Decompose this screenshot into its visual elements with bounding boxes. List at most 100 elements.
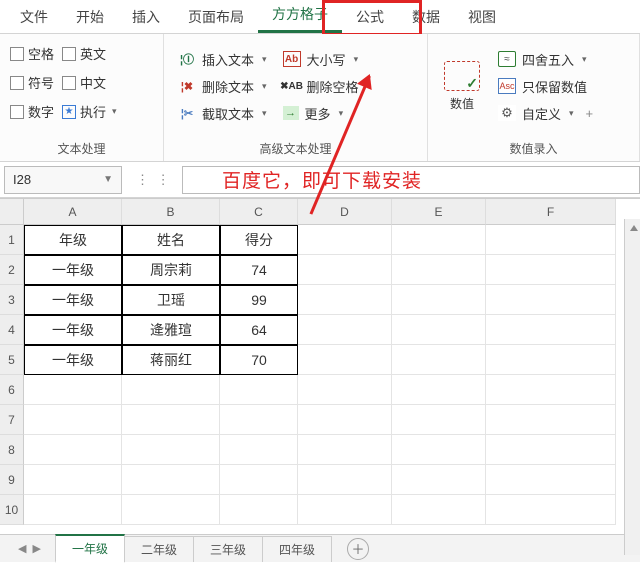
- cell[interactable]: [392, 315, 486, 345]
- name-box[interactable]: I28 ▼: [4, 166, 122, 194]
- col-header[interactable]: F: [486, 199, 616, 225]
- cell[interactable]: [486, 225, 616, 255]
- cell[interactable]: [220, 465, 298, 495]
- cell[interactable]: [392, 285, 486, 315]
- cell[interactable]: [486, 405, 616, 435]
- btn-custom[interactable]: ⚙自定义▾+: [498, 104, 593, 123]
- col-header[interactable]: C: [220, 199, 298, 225]
- cell[interactable]: [392, 405, 486, 435]
- chk-space[interactable]: 空格: [10, 44, 54, 63]
- cell[interactable]: [298, 315, 392, 345]
- sheet-tab[interactable]: 一年级: [55, 534, 125, 563]
- row-header[interactable]: 2: [0, 255, 24, 285]
- cell[interactable]: [24, 495, 122, 525]
- cell[interactable]: [486, 315, 616, 345]
- cell[interactable]: 卫瑶: [122, 285, 220, 315]
- cell[interactable]: [298, 375, 392, 405]
- cell[interactable]: 一年级: [24, 255, 122, 285]
- tab-home[interactable]: 开始: [62, 1, 118, 33]
- cell[interactable]: [486, 285, 616, 315]
- cell[interactable]: [486, 375, 616, 405]
- cell[interactable]: [298, 285, 392, 315]
- row-header[interactable]: 5: [0, 345, 24, 375]
- cell[interactable]: [220, 375, 298, 405]
- cell[interactable]: [392, 255, 486, 285]
- sheet-tab[interactable]: 三年级: [193, 536, 263, 562]
- cell[interactable]: [486, 465, 616, 495]
- sheet-nav-arrows[interactable]: ◀▶: [4, 542, 55, 555]
- sheet-tab[interactable]: 二年级: [124, 536, 194, 562]
- row-header[interactable]: 3: [0, 285, 24, 315]
- cell[interactable]: 姓名: [122, 225, 220, 255]
- tab-fangfang-gezi[interactable]: 方方格子: [258, 0, 342, 33]
- cell[interactable]: [298, 495, 392, 525]
- cell[interactable]: 99: [220, 285, 298, 315]
- cell[interactable]: [486, 255, 616, 285]
- chk-chinese[interactable]: 中文: [62, 73, 117, 92]
- row-header[interactable]: 9: [0, 465, 24, 495]
- row-header[interactable]: 8: [0, 435, 24, 465]
- cell[interactable]: [392, 465, 486, 495]
- chk-symbol[interactable]: 符号: [10, 73, 54, 92]
- cell[interactable]: 周宗莉: [122, 255, 220, 285]
- row-header[interactable]: 1: [0, 225, 24, 255]
- cell[interactable]: [298, 345, 392, 375]
- cell[interactable]: [220, 435, 298, 465]
- vertical-scrollbar[interactable]: [624, 219, 640, 555]
- col-header[interactable]: A: [24, 199, 122, 225]
- cell[interactable]: 逄雅瑄: [122, 315, 220, 345]
- tab-page-layout[interactable]: 页面布局: [174, 1, 258, 33]
- cell[interactable]: [220, 495, 298, 525]
- cell[interactable]: 74: [220, 255, 298, 285]
- col-header[interactable]: E: [392, 199, 486, 225]
- cell[interactable]: [486, 345, 616, 375]
- cell[interactable]: [298, 465, 392, 495]
- tab-formula[interactable]: 公式: [342, 1, 398, 33]
- cell[interactable]: [298, 405, 392, 435]
- cell[interactable]: [24, 435, 122, 465]
- cell[interactable]: [122, 495, 220, 525]
- btn-execute[interactable]: ★执行▾: [62, 102, 117, 121]
- col-header[interactable]: B: [122, 199, 220, 225]
- cell[interactable]: [298, 225, 392, 255]
- cell[interactable]: [486, 435, 616, 465]
- row-header[interactable]: 4: [0, 315, 24, 345]
- cell[interactable]: [122, 465, 220, 495]
- tab-file[interactable]: 文件: [6, 1, 62, 33]
- cell[interactable]: [122, 375, 220, 405]
- row-header[interactable]: 7: [0, 405, 24, 435]
- cell[interactable]: 一年级: [24, 315, 122, 345]
- cell[interactable]: [486, 495, 616, 525]
- cell[interactable]: [24, 405, 122, 435]
- cell[interactable]: 一年级: [24, 345, 122, 375]
- add-sheet-button[interactable]: ＋: [347, 538, 369, 560]
- cell[interactable]: [392, 435, 486, 465]
- btn-delete-text[interactable]: ¦✖删除文本▾: [178, 77, 267, 96]
- btn-case[interactable]: Ab大小写▾: [283, 50, 372, 69]
- btn-cut-text[interactable]: ¦✂截取文本▾: [178, 104, 267, 123]
- cell[interactable]: [24, 375, 122, 405]
- cell[interactable]: [122, 435, 220, 465]
- cell[interactable]: 得分: [220, 225, 298, 255]
- sheet-tab[interactable]: 四年级: [262, 536, 332, 562]
- chk-english[interactable]: 英文: [62, 44, 117, 63]
- btn-keep-number[interactable]: Asc只保留数值: [498, 77, 593, 96]
- select-all-corner[interactable]: [0, 199, 24, 225]
- cell[interactable]: [392, 375, 486, 405]
- cell[interactable]: 一年级: [24, 285, 122, 315]
- cell[interactable]: [392, 495, 486, 525]
- cell[interactable]: [220, 405, 298, 435]
- btn-round[interactable]: ≈四舍五入▾: [498, 50, 593, 69]
- tab-view[interactable]: 视图: [454, 1, 510, 33]
- fx-buttons[interactable]: ⋮ ⋮: [126, 172, 182, 188]
- cell[interactable]: 年级: [24, 225, 122, 255]
- chk-number[interactable]: 数字: [10, 102, 54, 121]
- cell[interactable]: [392, 225, 486, 255]
- row-header[interactable]: 6: [0, 375, 24, 405]
- cell[interactable]: [298, 435, 392, 465]
- cell[interactable]: 64: [220, 315, 298, 345]
- cell[interactable]: [392, 345, 486, 375]
- cell[interactable]: [24, 465, 122, 495]
- cell[interactable]: 70: [220, 345, 298, 375]
- btn-numeric[interactable]: 数值: [434, 38, 490, 134]
